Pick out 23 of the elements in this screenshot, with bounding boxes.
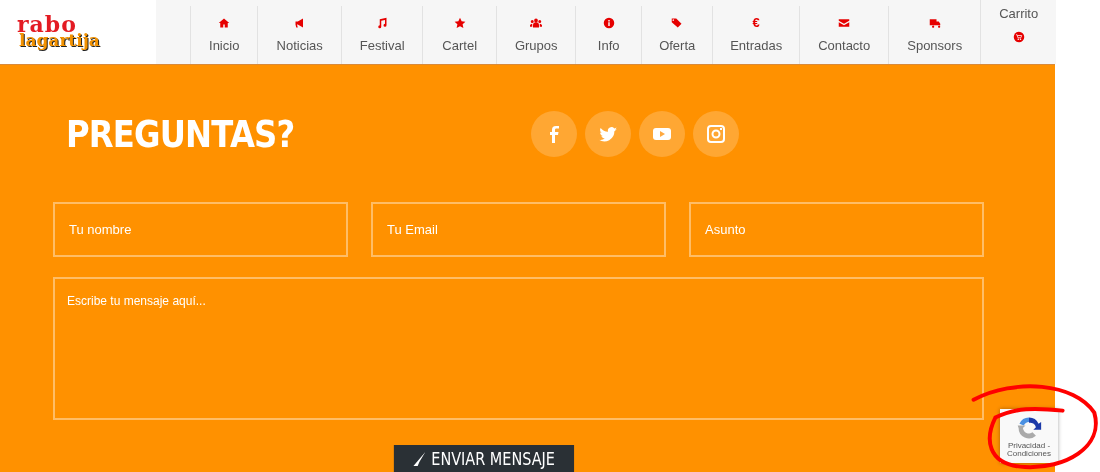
- recaptcha-text: Privacidad - Condiciones: [1006, 441, 1052, 458]
- cart-icon: [1012, 31, 1025, 43]
- recaptcha-badge[interactable]: Privacidad - Condiciones: [1000, 409, 1058, 463]
- truck-icon: [928, 17, 941, 29]
- home-icon: [218, 17, 231, 29]
- tags-icon: [671, 17, 684, 29]
- camera-icon: [706, 123, 726, 144]
- social-button[interactable]: [531, 110, 577, 157]
- social-button[interactable]: [585, 110, 631, 157]
- section-title: PREGUNTAS?: [66, 111, 296, 156]
- logo-text: lagartija: [19, 34, 101, 48]
- bullhorn-icon: [293, 17, 306, 29]
- music-icon: [376, 17, 389, 29]
- envelope-icon: [838, 17, 851, 29]
- star-icon: [453, 17, 466, 29]
- users-icon: [530, 17, 543, 29]
- info-icon: [602, 17, 615, 29]
- social-button[interactable]: [639, 110, 685, 157]
- euro-icon: €: [752, 17, 760, 29]
- paper-plane-icon: [412, 451, 426, 467]
- logo-text: rabo: [17, 16, 77, 34]
- send-button[interactable]: ENVIAR MENSAJE: [393, 445, 574, 472]
- social-button[interactable]: [693, 110, 739, 157]
